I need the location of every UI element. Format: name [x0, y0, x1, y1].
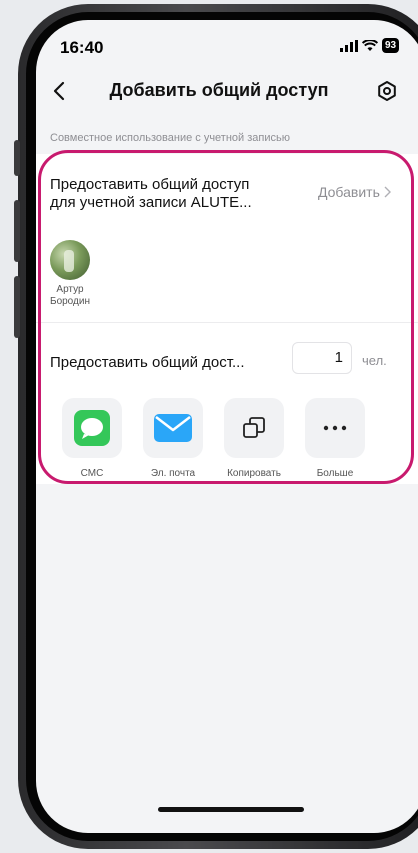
- share-email-label: Эл. почта: [150, 468, 196, 479]
- add-button[interactable]: Добавить: [318, 184, 391, 200]
- user-first-name: Артур: [56, 284, 84, 295]
- copy-icon: [243, 417, 265, 438]
- message-icon: [74, 410, 110, 446]
- share-copy-button[interactable]: [224, 398, 284, 458]
- settings-button[interactable]: [374, 78, 400, 104]
- user-name: Артур Бородин: [38, 284, 102, 308]
- screen: 16:40 93 Добавить общий доступ Совместно…: [36, 20, 418, 833]
- share-card: Предоставить общий доступ для учетной за…: [36, 154, 418, 484]
- divider: [36, 322, 418, 323]
- add-label: Добавить: [318, 184, 380, 200]
- section-caption: Совместное использование с учетной запис…: [50, 132, 290, 144]
- more-icon: [323, 425, 347, 431]
- share-email-button[interactable]: [143, 398, 203, 458]
- share-more-button[interactable]: [305, 398, 365, 458]
- page-title: Добавить общий доступ: [109, 80, 329, 100]
- mail-icon: [154, 414, 192, 442]
- share-copy-label: Копировать: [227, 468, 281, 479]
- status-time: 16:40: [60, 38, 104, 57]
- side-button: [14, 200, 20, 262]
- battery-indicator: 93: [382, 38, 400, 53]
- settings-icon: [378, 81, 396, 101]
- wifi-icon: [362, 39, 378, 51]
- count-input[interactable]: 1: [292, 342, 352, 374]
- share-sms-button[interactable]: [62, 398, 122, 458]
- status-icons: 93: [340, 38, 400, 53]
- user-last-name: Бородин: [50, 296, 90, 307]
- share-sms-label: СМС: [80, 468, 104, 479]
- count-unit: чел.: [362, 353, 387, 368]
- avatar[interactable]: [50, 240, 90, 280]
- side-button: [14, 276, 20, 338]
- grant-title-line: Предоставить общий доступ: [50, 176, 250, 193]
- grant-account-access[interactable]: Предоставить общий доступ для учетной за…: [50, 176, 290, 212]
- side-button: [14, 140, 20, 176]
- chevron-right-icon: [384, 186, 391, 198]
- signal-icon: [340, 39, 358, 52]
- share-more-label: Больше: [316, 468, 354, 479]
- home-indicator[interactable]: [158, 807, 304, 812]
- grant-title-line: для учетной записи ALUTE...: [50, 194, 252, 211]
- share-count-label: Предоставить общий дост...: [50, 354, 245, 371]
